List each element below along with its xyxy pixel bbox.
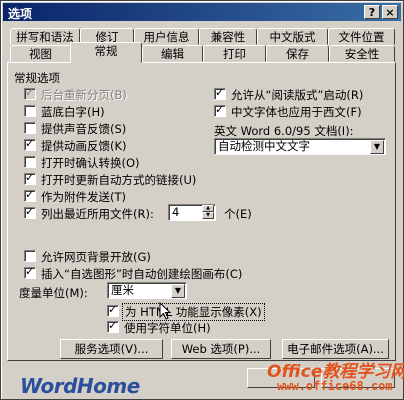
section-title: 常规选项 <box>14 71 60 85</box>
reading-layout-label: 允许从“阅读版式”启动(R) <box>231 88 364 102</box>
tab-user-info[interactable]: 用户信息 <box>134 28 199 45</box>
web-background-label: 允许网页背景开放(G) <box>41 250 151 264</box>
char-units-checkbox[interactable]: ✓ <box>107 319 119 333</box>
background-repagination-checkbox[interactable]: ✓ <box>24 86 36 100</box>
update-links-checkbox[interactable]: ✓ <box>24 171 36 185</box>
measure-units-label: 度量单位(M): <box>19 286 88 300</box>
update-links-label: 打开时更新自动方式的链接(U) <box>41 173 197 187</box>
web-options-button[interactable]: Web 选项(P)... <box>171 339 271 359</box>
background-repagination-label: 后台重新分页(B) <box>41 88 127 102</box>
tab-chinese-typography[interactable]: 中文版式 <box>257 28 328 45</box>
sound-feedback-label: 提供声音反馈(S) <box>41 122 127 136</box>
doc-detect-select[interactable]: 自动检测中文文字 ▼ <box>214 138 386 155</box>
tab-compatibility[interactable]: 兼容性 <box>199 28 257 45</box>
chinese-font-western-checkbox[interactable]: ✓ <box>214 103 226 117</box>
watermark-line2: www.office68.com <box>277 379 393 393</box>
drawing-canvas-label: 插入“自选图形”时自动创建绘图画布(C) <box>41 267 243 281</box>
recent-files-spinner[interactable]: 4 ▲ ▼ <box>168 204 216 221</box>
blue-background-checkbox[interactable] <box>24 105 36 117</box>
close-button[interactable]: × <box>382 5 398 19</box>
web-background-checkbox[interactable] <box>24 250 36 262</box>
confirm-conversion-label: 打开时确认转换(O) <box>41 156 140 170</box>
reading-layout-checkbox[interactable]: ✓ <box>214 86 226 100</box>
options-dialog: 选项 ? × 拼写和语法 修订 用户信息 兼容性 中文版式 文件位置 视图 常规… <box>0 0 404 400</box>
recent-files-unit: 个(E) <box>224 207 252 221</box>
send-as-attachment-label: 作为附件发送(T) <box>41 190 126 204</box>
chevron-down-icon[interactable]: ▼ <box>171 284 185 298</box>
tab-edit[interactable]: 编辑 <box>142 45 203 62</box>
email-options-button[interactable]: 电子邮件选项(A)... <box>282 339 389 359</box>
tab-security[interactable]: 安全性 <box>329 45 395 62</box>
spin-up-icon[interactable]: ▲ <box>202 205 214 212</box>
tab-save[interactable]: 保存 <box>266 45 329 62</box>
measure-units-select[interactable]: 厘米 ▼ <box>107 282 187 299</box>
window-title: 选项 <box>8 7 33 21</box>
confirm-conversion-checkbox[interactable] <box>24 156 36 168</box>
recent-files-value: 4 <box>172 205 180 219</box>
doc-detect-value: 自动检测中文文字 <box>218 139 310 153</box>
char-units-label: 使用字符单位(H) <box>124 321 211 335</box>
measure-units-value: 厘米 <box>111 283 134 297</box>
service-options-button[interactable]: 服务选项(V)... <box>60 339 163 359</box>
general-panel: 常规选项 ✓ 后台重新分页(B) 蓝底白字(H) 提供声音反馈(S) ✓ 提供动… <box>7 62 396 361</box>
recent-files-label: 列出最近所用文件(R): <box>41 207 154 221</box>
title-bar: 选项 ? × <box>3 3 401 21</box>
wordhome-watermark: WordHome <box>20 374 140 398</box>
chinese-font-western-label: 中文字体也应用于西文(F) <box>231 105 362 119</box>
chevron-down-icon[interactable]: ▼ <box>370 140 384 154</box>
html-pixels-label: 为 HTML 功能显示像素(X) <box>122 303 265 321</box>
tab-print[interactable]: 打印 <box>203 45 266 62</box>
mouse-cursor-icon <box>159 302 171 320</box>
help-button[interactable]: ? <box>364 5 380 19</box>
tab-view[interactable]: 视图 <box>10 45 71 62</box>
html-pixels-checkbox[interactable]: ✓ <box>107 303 119 317</box>
office68-watermark: Office教程学习网 www.office68.com <box>257 357 404 400</box>
animation-feedback-label: 提供动画反馈(K) <box>41 139 127 153</box>
blue-background-label: 蓝底白字(H) <box>41 105 105 119</box>
drawing-canvas-checkbox[interactable]: ✓ <box>24 265 36 279</box>
tab-general[interactable]: 常规 <box>70 42 142 63</box>
animation-feedback-checkbox[interactable]: ✓ <box>24 137 36 151</box>
doc-detect-label: 英文 Word 6.0/95 文档(I): <box>214 124 354 138</box>
tab-file-locations[interactable]: 文件位置 <box>328 28 395 45</box>
spin-down-icon[interactable]: ▼ <box>202 212 214 219</box>
send-as-attachment-checkbox[interactable]: ✓ <box>24 188 36 202</box>
sound-feedback-checkbox[interactable] <box>24 122 36 134</box>
recent-files-checkbox[interactable]: ✓ <box>24 205 36 219</box>
